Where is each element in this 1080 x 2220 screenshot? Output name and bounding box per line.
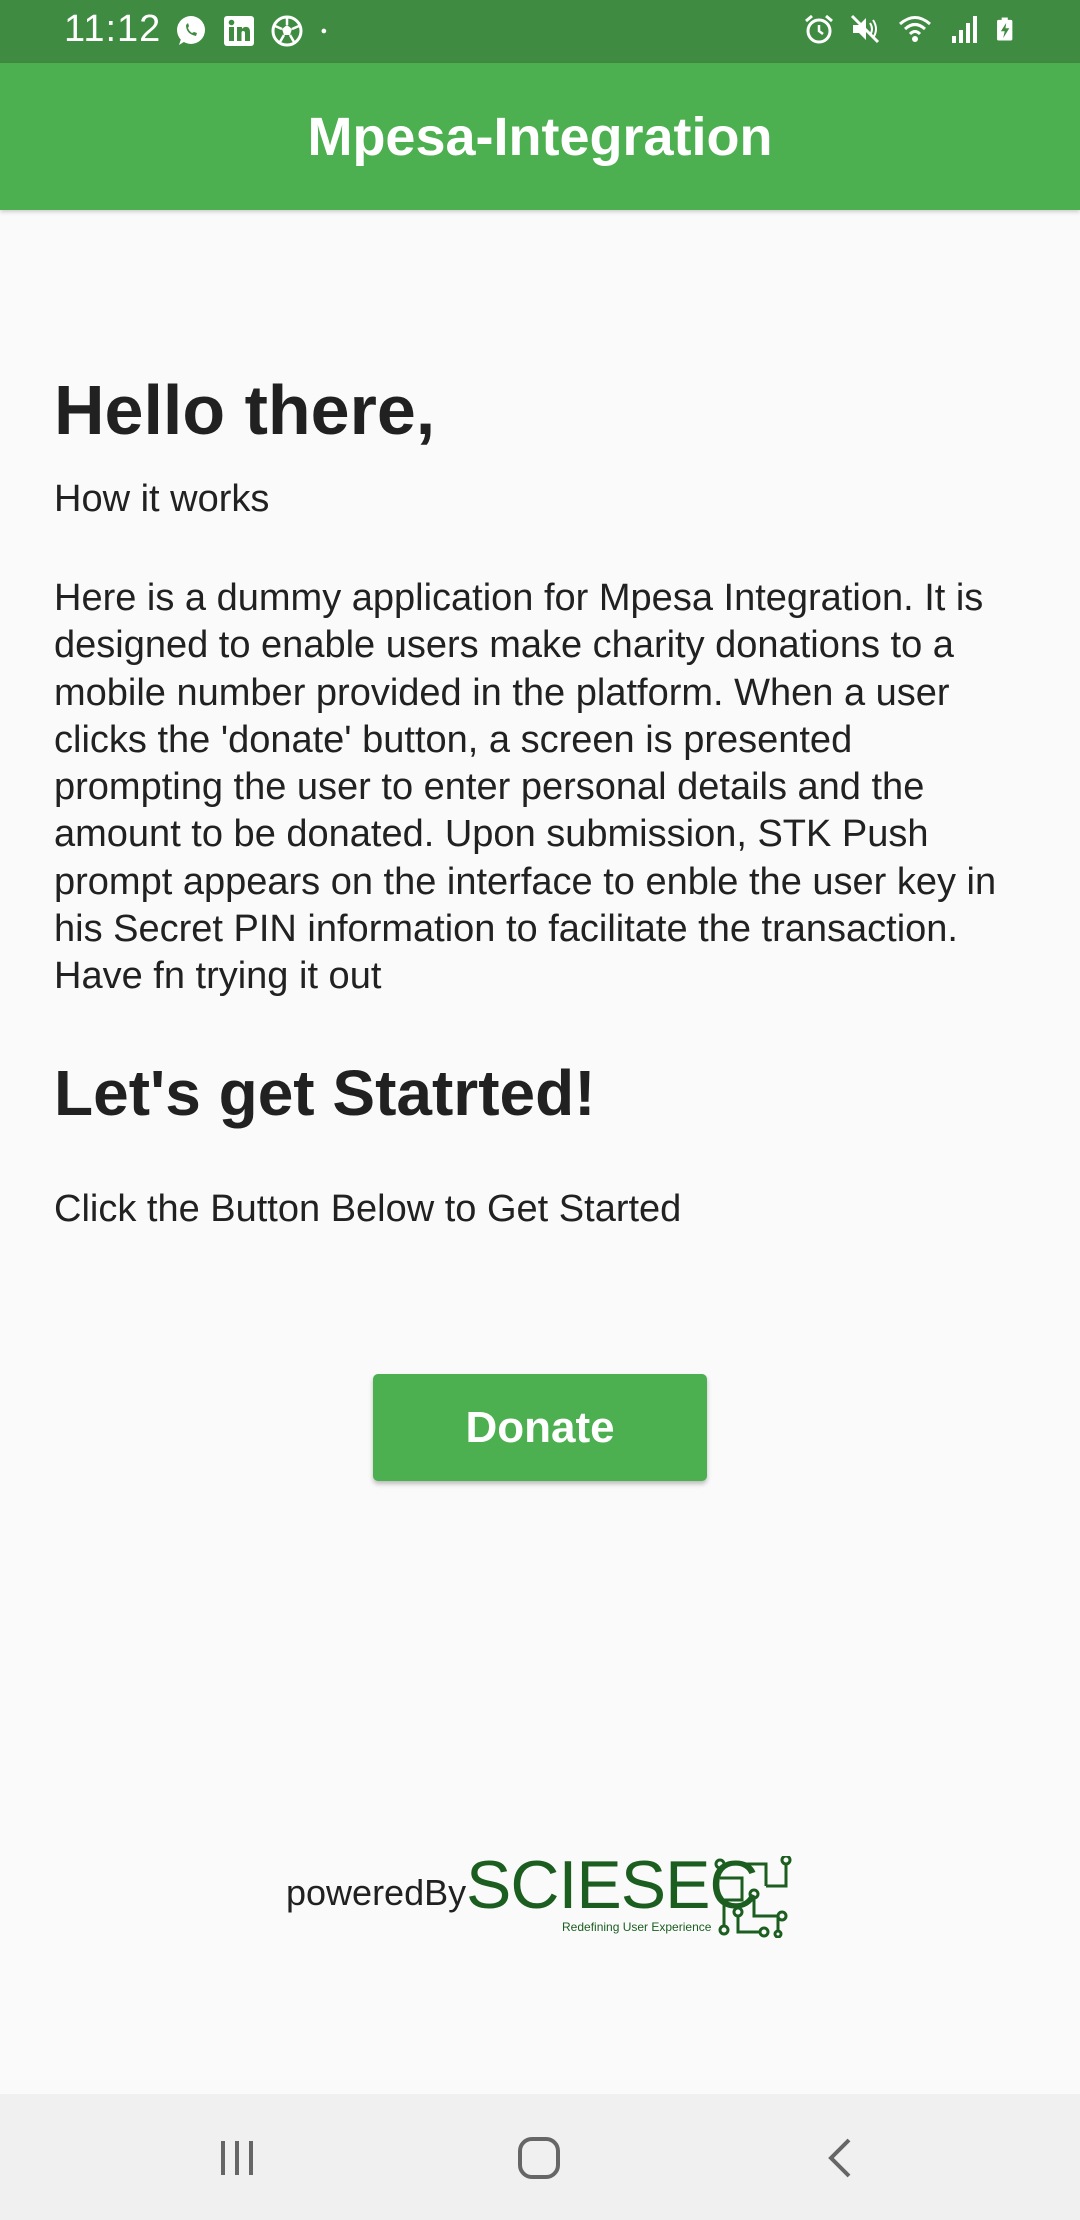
navigation-bar <box>0 2094 1080 2220</box>
donate-button[interactable]: Donate <box>373 1374 707 1481</box>
sciesec-logo: SCIESEC Redefining User Experience <box>466 1850 806 1940</box>
recent-apps-button[interactable] <box>207 2128 267 2188</box>
get-started-heading: Let's get Statrted! <box>54 1057 596 1129</box>
alarm-icon <box>805 14 833 44</box>
signal-icon <box>952 16 977 43</box>
powered-by-label: poweredBy <box>286 1872 467 1913</box>
footer: poweredBy SCIESEC Redefining User Experi… <box>286 1850 806 1950</box>
status-time: 11:12 <box>64 8 162 50</box>
soccer-ball-icon <box>271 15 303 47</box>
dot-icon <box>321 28 327 34</box>
battery-charging-icon <box>997 17 1013 41</box>
wifi-icon <box>899 16 931 42</box>
linkedin-icon <box>224 16 254 46</box>
how-it-works-subtitle: How it works <box>54 478 270 520</box>
home-button[interactable] <box>509 2128 569 2188</box>
recent-apps-icon <box>221 2141 253 2175</box>
get-started-text: Click the Button Below to Get Started <box>54 1188 682 1230</box>
mute-icon <box>850 14 880 44</box>
brand-tagline: Redefining User Experience <box>562 1920 712 1934</box>
back-icon <box>828 2138 851 2178</box>
home-icon <box>518 2137 560 2179</box>
notification-icons <box>174 14 338 48</box>
whatsapp-icon <box>177 16 205 45</box>
app-bar: Mpesa-Integration <box>0 63 1080 210</box>
app-title: Mpesa-Integration <box>307 106 773 167</box>
system-icons <box>802 12 1020 46</box>
greeting-heading: Hello there, <box>54 371 436 449</box>
status-bar: 11:12 <box>0 0 1080 63</box>
back-button[interactable] <box>811 2128 871 2188</box>
circuit-logo-icon <box>714 1856 792 1938</box>
description-text: Here is a dummy application for Mpesa In… <box>54 577 997 998</box>
